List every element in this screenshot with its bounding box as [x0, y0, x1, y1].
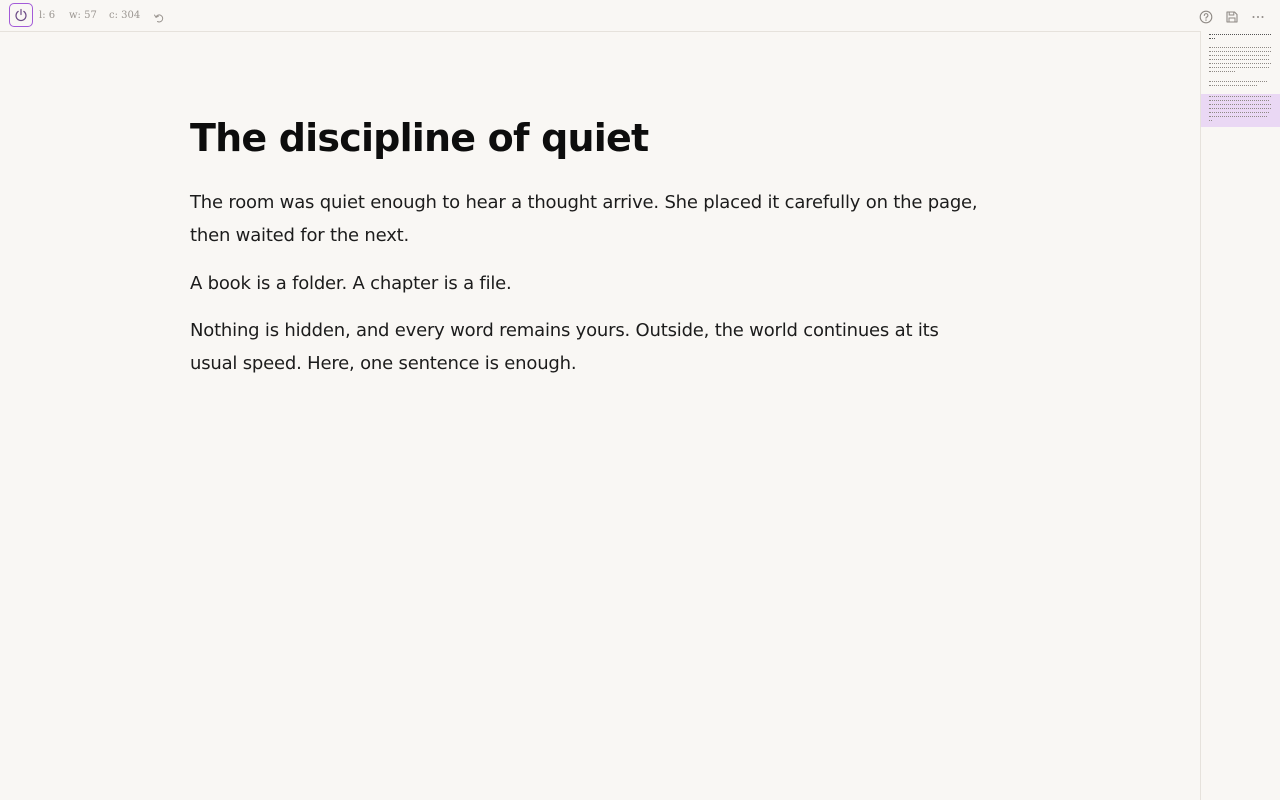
minimap-line: [1209, 67, 1269, 69]
minimap-viewport-highlight[interactable]: [1201, 94, 1280, 127]
undo-icon: [154, 14, 164, 23]
word-count: w: 57: [69, 10, 97, 21]
minimap-line: [1209, 116, 1267, 118]
minimap-line: [1209, 112, 1269, 114]
more-icon: [1252, 16, 1264, 18]
minimap-line: [1209, 108, 1271, 110]
paragraph[interactable]: A book is a folder. A chapter is a file.: [190, 267, 990, 300]
minimap-line: [1209, 96, 1271, 98]
minimap-line: [1209, 47, 1271, 49]
undo-button[interactable]: [153, 9, 165, 23]
paragraph[interactable]: The room was quiet enough to hear a thou…: [190, 186, 990, 252]
character-count: c: 304: [109, 10, 141, 21]
save-icon: [1226, 11, 1238, 23]
top-toolbar: l: 6 w: 57 c: 304: [0, 0, 1280, 32]
minimap-line: [1209, 55, 1269, 57]
power-button[interactable]: [9, 3, 33, 27]
minimap-line: [1209, 34, 1271, 36]
help-icon: [1199, 10, 1213, 24]
line-count: l: 6: [39, 10, 56, 21]
paragraph[interactable]: Nothing is hidden, and every word remain…: [190, 314, 990, 380]
minimap-line: [1209, 100, 1269, 102]
minimap-line: [1209, 120, 1212, 122]
document-title[interactable]: The discipline of quiet: [190, 114, 649, 162]
help-button[interactable]: [1199, 9, 1213, 24]
minimap-line: [1209, 81, 1267, 83]
minimap-line: [1209, 85, 1257, 87]
minimap-line: [1209, 38, 1215, 40]
power-icon: [15, 8, 27, 22]
more-options-button[interactable]: [1251, 9, 1265, 23]
minimap-line: [1209, 63, 1271, 65]
minimap-line: [1209, 59, 1269, 61]
minimap-line: [1209, 51, 1271, 53]
minimap-line: [1209, 71, 1235, 73]
save-button[interactable]: [1225, 9, 1239, 23]
minimap-line: [1209, 104, 1271, 106]
minimap[interactable]: [1200, 31, 1280, 800]
